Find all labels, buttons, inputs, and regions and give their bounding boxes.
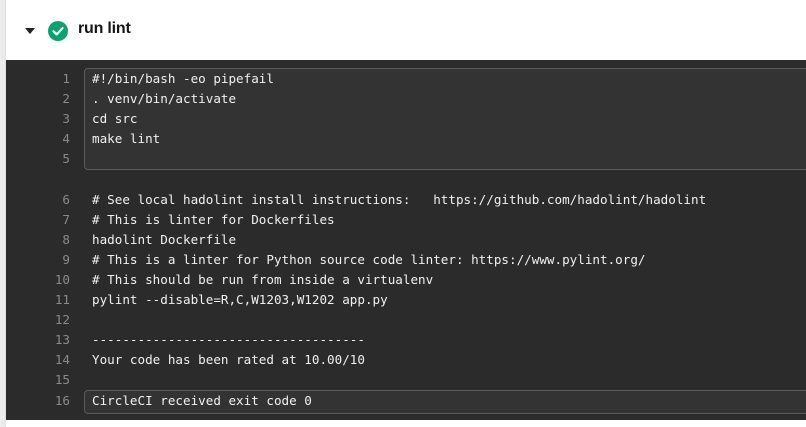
line-number: 4 bbox=[62, 131, 70, 146]
line-text: cd src bbox=[92, 111, 138, 126]
line-number: 1 bbox=[62, 71, 70, 86]
console-line: 1 #!/bin/bash -eo pipefail bbox=[6, 69, 806, 89]
console-line: 13 ------------------------------------ bbox=[6, 330, 806, 350]
step-header[interactable]: run lint bbox=[6, 0, 806, 60]
console-line: 14 Your code has been rated at 10.00/10 bbox=[6, 350, 806, 370]
line-number: 10 bbox=[54, 272, 70, 287]
line-number: 9 bbox=[62, 252, 70, 267]
line-text: pylint --disable=R,C,W1203,W1202 app.py bbox=[92, 292, 388, 307]
line-number: 15 bbox=[54, 372, 70, 387]
console-output: 1 #!/bin/bash -eo pipefail 2 . venv/bin/ac… bbox=[6, 60, 806, 420]
step-panel: run lint 1 #!/bin/bash -eo pipefail 2 . ve… bbox=[6, 0, 806, 427]
line-text: CircleCI received exit code 0 bbox=[92, 393, 312, 408]
line-number: 12 bbox=[54, 312, 70, 327]
console-line: 10 # This should be run from inside a vir… bbox=[6, 270, 806, 290]
caret-down-icon[interactable] bbox=[25, 28, 35, 34]
line-number: 11 bbox=[54, 292, 70, 307]
console-line: 2 . venv/bin/activate bbox=[6, 89, 806, 109]
line-number: 5 bbox=[62, 151, 70, 166]
console-line: 5 bbox=[6, 149, 806, 169]
console-line: 6 # See local hadolint install instructio… bbox=[6, 190, 806, 210]
line-text: # See local hadolint install instruction… bbox=[92, 192, 707, 207]
line-number: 6 bbox=[62, 192, 70, 207]
line-text: Your code has been rated at 10.00/10 bbox=[92, 352, 365, 367]
line-text: #!/bin/bash -eo pipefail bbox=[92, 71, 274, 86]
line-number: 7 bbox=[62, 212, 70, 227]
line-text: # This is a linter for Python source cod… bbox=[92, 252, 646, 267]
console-line: 8 hadolint Dockerfile bbox=[6, 230, 806, 250]
line-text: . venv/bin/activate bbox=[92, 91, 237, 106]
line-number: 8 bbox=[62, 232, 70, 247]
console-line: 12 bbox=[6, 310, 806, 330]
line-number: 16 bbox=[54, 393, 70, 408]
line-number: 14 bbox=[54, 352, 70, 367]
console-line: 15 bbox=[6, 370, 806, 390]
console-line: 3 cd src bbox=[6, 109, 806, 129]
line-text: make lint bbox=[92, 131, 161, 146]
line-number: 3 bbox=[62, 111, 70, 126]
console-line: 7 # This is linter for Dockerfiles bbox=[6, 210, 806, 230]
line-number: 2 bbox=[62, 91, 70, 106]
line-text: # This should be run from inside a virtu… bbox=[92, 272, 434, 287]
line-text: # This is linter for Dockerfiles bbox=[92, 212, 335, 227]
console-line: 9 # This is a linter for Python source co… bbox=[6, 250, 806, 270]
line-text: hadolint Dockerfile bbox=[92, 232, 237, 247]
console-line: 11 pylint --disable=R,C,W1203,W1202 app.p… bbox=[6, 290, 806, 310]
step-title: run lint bbox=[78, 20, 131, 37]
console-line: 16 CircleCI received exit code 0 bbox=[6, 391, 806, 411]
line-text: ------------------------------------ bbox=[92, 332, 365, 347]
check-circle-icon bbox=[48, 21, 68, 41]
console-line: 4 make lint bbox=[6, 129, 806, 149]
line-number: 13 bbox=[54, 332, 70, 347]
